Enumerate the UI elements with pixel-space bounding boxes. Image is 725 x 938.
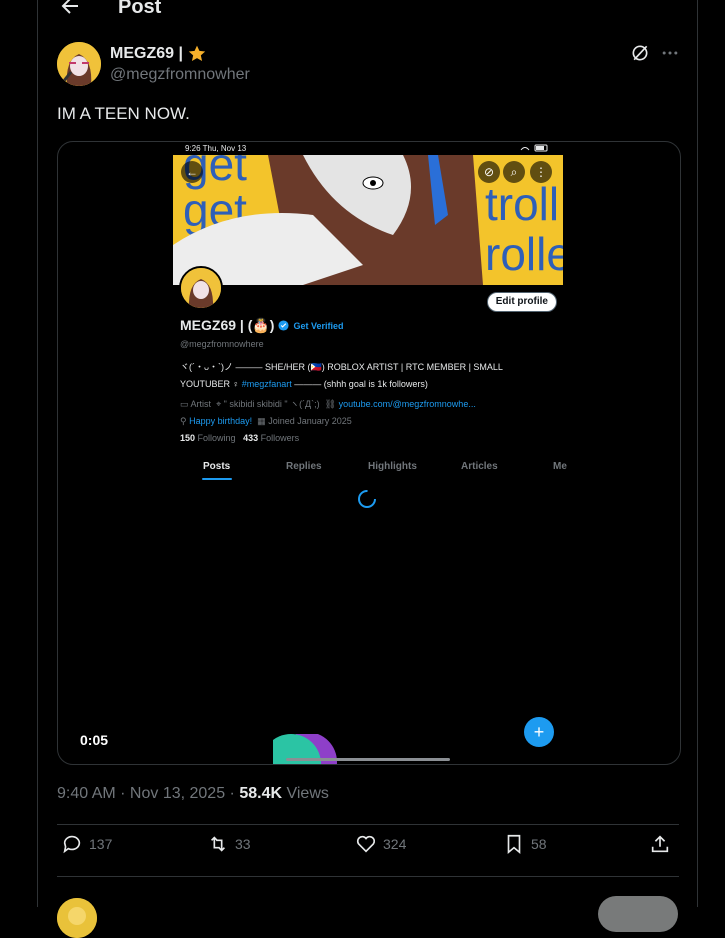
phone-search-icon: ⌕ [503,161,525,183]
repost-button[interactable]: 33 [207,833,251,855]
profile-avatar [179,266,223,310]
author-handle[interactable]: @megzfromnowher [110,66,250,84]
profile-tab-replies: Replies [286,461,322,472]
repost-icon [210,836,226,852]
profile-name: MEGZ69 | (🎂) [180,317,275,333]
profile-tabs: Posts Replies Highlights Articles Me [173,458,567,482]
bio-hashtag: #megzfanart [241,379,292,389]
profile-name-row: MEGZ69 | (🎂) Get Verified [180,317,344,334]
following-count: 150 [180,433,196,443]
phone-grok-icon: ⊘ [478,161,500,183]
bio-line: ヾ(´・ᴗ・`)ノ ——— SHE/HER (🇵🇭) ROBLOX ARTIST… [180,362,503,372]
edit-profile-button: Edit profile [486,292,557,312]
meta-category: Artist [190,399,212,409]
verified-check-icon [278,320,290,331]
phone-status-icons [519,144,549,154]
briefcase-icon: ▭ [180,399,189,409]
embedded-screen-recording: 9:26 Thu, Nov 13 get get troll rolle [173,142,567,764]
balloon-icon: ⚲ [180,416,187,426]
top-bar: Post [38,0,697,26]
post-date[interactable]: Nov 13, 2025 [130,785,225,802]
link-icon: ⛓ [324,399,337,409]
meta-location: " skibidi skibidi " ヽ(´Д`;) [223,399,320,409]
share-icon [651,835,669,853]
current-user-avatar[interactable] [57,898,97,938]
phone-more-icon: ⋮ [530,161,552,183]
divider [57,876,679,877]
repost-count: 33 [235,836,251,852]
profile-meta: ▭ Artist ⌖ " skibidi skibidi " ヽ(´Д`;) ⛓… [180,396,476,430]
loading-spinner-icon [358,490,376,508]
bookmark-button[interactable]: 58 [503,833,547,855]
share-button[interactable] [649,833,671,855]
reply-submit-button[interactable] [598,896,678,932]
location-icon: ⌖ [216,399,222,409]
main-column: Post MEGZ69 | @megzfromnowher IM A TEEN … [37,0,698,938]
profile-follow-counts: 150 Following 433 Followers [180,433,299,443]
action-bar: 137 33 324 58 [57,833,679,869]
reply-count: 137 [89,836,113,852]
author-display-name[interactable]: MEGZ69 | [110,45,183,63]
heart-icon [356,835,376,853]
bookmark-count: 58 [531,836,547,852]
reply-icon [63,835,81,854]
profile-tab-highlights: Highlights [368,461,417,472]
author-avatar[interactable] [57,42,101,86]
phone-home-bar [286,758,450,761]
followers-label: Followers [260,433,300,443]
calendar-icon: ▦ [257,416,266,426]
views-label: Views [286,785,329,802]
active-tab-indicator [202,478,232,480]
phone-status-time: 9:26 Thu, Nov 13 [185,144,247,153]
grok-icon[interactable] [630,43,650,63]
compose-fab: + [524,717,554,747]
following-label: Following [197,433,236,443]
bio-text: ——— (shhh goal is 1k followers) [291,379,428,389]
followers-count: 433 [243,433,259,443]
star-badge-icon [188,45,206,61]
bio-line: YOUTUBER ♀ #megzfanart ——— (shhh goal is… [180,376,552,393]
author-name-row[interactable]: MEGZ69 | [110,44,207,64]
like-count: 324 [383,836,407,852]
back-arrow-icon[interactable] [58,0,82,18]
more-options-icon[interactable] [660,43,680,63]
profile-banner: get get troll rolle ← ⊘ ⌕ ⋮ [173,155,563,285]
profile-tab-media: Me [553,461,567,472]
bio-text: YOUTUBER ♀ [180,379,242,389]
video-player[interactable]: 9:26 Thu, Nov 13 get get troll rolle [57,141,681,765]
profile-tab-posts: Posts [203,461,231,472]
video-elapsed-time: 0:05 [80,732,109,748]
profile-tab-articles: Articles [461,461,498,472]
divider [57,824,679,825]
post-time[interactable]: 9:40 AM [57,785,116,802]
meta-link: youtube.com/@megzfromnowhe... [338,399,476,409]
post-timestamp: 9:40 AM · Nov 13, 2025 · 58.4K Views [57,785,329,802]
profile-bio: ヾ(´・ᴗ・`)ノ ——— SHE/HER (🇵🇭) ROBLOX ARTIST… [180,359,552,393]
views-count: 58.4K [239,785,283,802]
page-title: Post [118,0,162,18]
get-verified-link: Get Verified [293,320,344,331]
profile-handle: @megzfromnowhere [180,339,264,349]
bookmark-icon [507,834,521,855]
phone-back-icon: ← [181,161,203,183]
meta-joined: Joined January 2025 [268,416,352,426]
post-text: IM A TEEN NOW. [57,104,190,123]
reply-button[interactable]: 137 [61,833,112,855]
like-button[interactable]: 324 [355,833,406,855]
meta-birthday: Happy birthday! [189,416,253,426]
